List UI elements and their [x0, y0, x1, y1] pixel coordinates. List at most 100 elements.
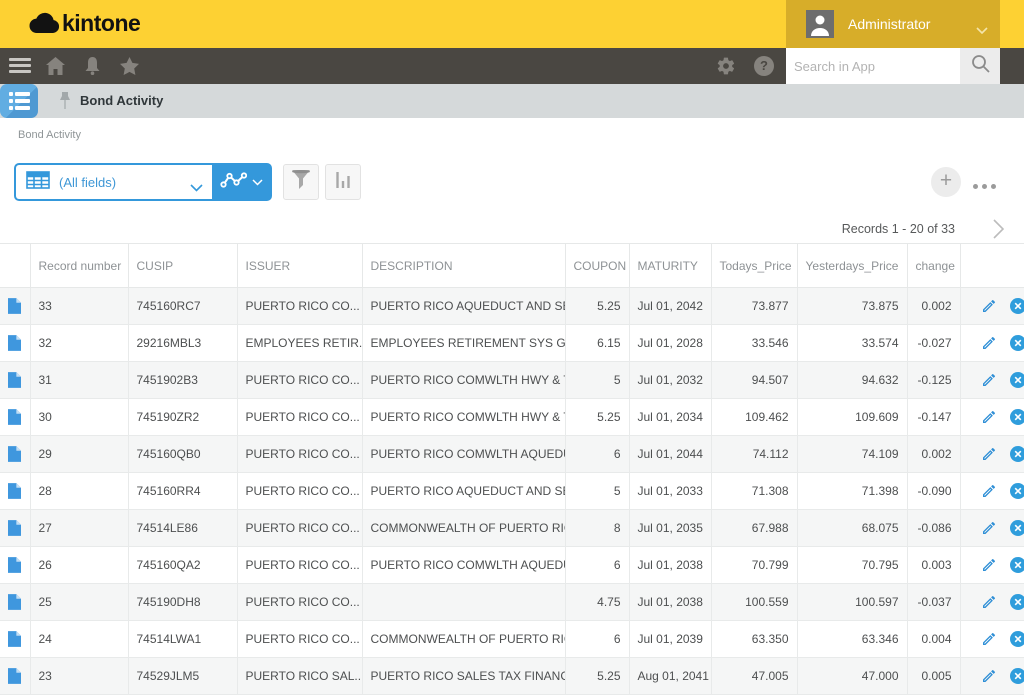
favorites-icon[interactable]: [120, 57, 139, 80]
delete-icon[interactable]: [1010, 483, 1024, 499]
record-doc-icon[interactable]: [8, 372, 21, 388]
delete-icon[interactable]: [1010, 372, 1024, 388]
table-body: 33 745160RC7 PUERTO RICO CO... PUERTO RI…: [0, 288, 1024, 695]
delete-icon[interactable]: [1010, 409, 1024, 425]
search-button[interactable]: [960, 48, 1000, 84]
search-icon: [971, 54, 990, 78]
cell-record-number: 25: [30, 584, 128, 621]
cell-coupon: 5.25: [565, 288, 629, 325]
cloud-logo-icon: [26, 11, 60, 37]
edit-icon[interactable]: [981, 594, 997, 610]
cell-cusip: 745160QA2: [128, 547, 237, 584]
delete-icon[interactable]: [1010, 520, 1024, 536]
user-menu[interactable]: Administrator: [786, 0, 1000, 48]
table-row: 33 745160RC7 PUERTO RICO CO... PUERTO RI…: [0, 288, 1024, 325]
cell-cusip: 7451902B3: [128, 362, 237, 399]
edit-icon[interactable]: [981, 298, 997, 314]
options-button[interactable]: [971, 180, 998, 193]
record-doc-icon[interactable]: [8, 557, 21, 573]
edit-icon[interactable]: [981, 335, 997, 351]
record-doc-icon[interactable]: [8, 335, 21, 351]
filter-button[interactable]: [283, 164, 319, 200]
table-row: 29 745160QB0 PUERTO RICO CO... PUERTO RI…: [0, 436, 1024, 473]
delete-icon[interactable]: [1010, 298, 1024, 314]
delete-icon[interactable]: [1010, 557, 1024, 573]
kintone-logo[interactable]: kintone: [26, 10, 140, 37]
record-doc-icon[interactable]: [8, 298, 21, 314]
cell-yesterdays-price: 74.109: [797, 436, 907, 473]
settings-icon[interactable]: [716, 56, 736, 81]
edit-icon[interactable]: [981, 409, 997, 425]
edit-icon[interactable]: [981, 520, 997, 536]
record-doc-icon[interactable]: [8, 409, 21, 425]
cell-todays-price: 47.005: [711, 658, 797, 695]
cell-yesterdays-price: 94.632: [797, 362, 907, 399]
records-count: Records 1 - 20 of 33: [700, 222, 955, 236]
record-doc-icon[interactable]: [8, 594, 21, 610]
next-page-button[interactable]: [990, 217, 1006, 246]
chart-button[interactable]: [325, 164, 361, 200]
notifications-icon[interactable]: [84, 57, 101, 80]
cell-description: PUERTO RICO COMWLTH AQUEDU...: [362, 436, 565, 473]
cell-maturity: Aug 01, 2041: [629, 658, 711, 695]
edit-icon[interactable]: [981, 372, 997, 388]
cell-cusip: 745160QB0: [128, 436, 237, 473]
cell-yesterdays-price: 47.000: [797, 658, 907, 695]
column-header-todays-price[interactable]: Todays_Price: [711, 244, 797, 288]
column-header-yesterdays-price[interactable]: Yesterdays_Price: [797, 244, 907, 288]
help-icon[interactable]: ?: [754, 56, 774, 76]
edit-icon[interactable]: [981, 668, 997, 684]
column-header-description[interactable]: DESCRIPTION: [362, 244, 565, 288]
record-doc-icon[interactable]: [8, 631, 21, 647]
column-header-issuer[interactable]: ISSUER: [237, 244, 362, 288]
table-header-row: Record number CUSIP ISSUER DESCRIPTION C…: [0, 244, 1024, 288]
cell-todays-price: 74.112: [711, 436, 797, 473]
app-icon[interactable]: [0, 84, 38, 118]
cell-issuer: PUERTO RICO SAL...: [237, 658, 362, 695]
delete-icon[interactable]: [1010, 335, 1024, 351]
graph-view-button[interactable]: [212, 165, 270, 199]
cell-description: PUERTO RICO COMWLTH HWY & T...: [362, 362, 565, 399]
record-doc-icon[interactable]: [8, 483, 21, 499]
cell-coupon: 6: [565, 547, 629, 584]
column-header-coupon[interactable]: COUPON: [565, 244, 629, 288]
view-selector[interactable]: (All fields): [16, 165, 212, 199]
cell-change: -0.125: [907, 362, 960, 399]
global-nav-bar: ?: [0, 48, 1024, 84]
column-header-record-number[interactable]: Record number: [30, 244, 128, 288]
table-row: 30 745190ZR2 PUERTO RICO CO... PUERTO RI…: [0, 399, 1024, 436]
cell-record-number: 26: [30, 547, 128, 584]
cell-yesterdays-price: 100.597: [797, 584, 907, 621]
record-doc-icon[interactable]: [8, 446, 21, 462]
add-record-button[interactable]: +: [931, 167, 961, 197]
hamburger-icon[interactable]: [9, 58, 31, 74]
cell-todays-price: 71.308: [711, 473, 797, 510]
cell-description: PUERTO RICO COMWLTH AQUEDU...: [362, 547, 565, 584]
column-header-maturity[interactable]: MATURITY: [629, 244, 711, 288]
cell-maturity: Jul 01, 2038: [629, 547, 711, 584]
cell-change: -0.090: [907, 473, 960, 510]
search-input[interactable]: [786, 48, 960, 84]
cell-cusip: 745160RC7: [128, 288, 237, 325]
breadcrumb[interactable]: Bond Activity: [18, 129, 81, 141]
record-doc-icon[interactable]: [8, 668, 21, 684]
edit-icon[interactable]: [981, 483, 997, 499]
filter-icon: [291, 170, 311, 194]
table-row: 23 74529JLM5 PUERTO RICO SAL... PUERTO R…: [0, 658, 1024, 695]
record-doc-icon[interactable]: [8, 520, 21, 536]
cell-todays-price: 33.546: [711, 325, 797, 362]
delete-icon[interactable]: [1010, 594, 1024, 610]
table-row: 31 7451902B3 PUERTO RICO CO... PUERTO RI…: [0, 362, 1024, 399]
column-header-cusip[interactable]: CUSIP: [128, 244, 237, 288]
edit-icon[interactable]: [981, 446, 997, 462]
cell-record-number: 23: [30, 658, 128, 695]
pin-icon[interactable]: [58, 91, 72, 115]
delete-icon[interactable]: [1010, 668, 1024, 684]
edit-icon[interactable]: [981, 631, 997, 647]
delete-icon[interactable]: [1010, 446, 1024, 462]
cell-issuer: PUERTO RICO CO...: [237, 399, 362, 436]
edit-icon[interactable]: [981, 557, 997, 573]
home-icon[interactable]: [46, 57, 65, 80]
column-header-change[interactable]: change: [907, 244, 960, 288]
delete-icon[interactable]: [1010, 631, 1024, 647]
